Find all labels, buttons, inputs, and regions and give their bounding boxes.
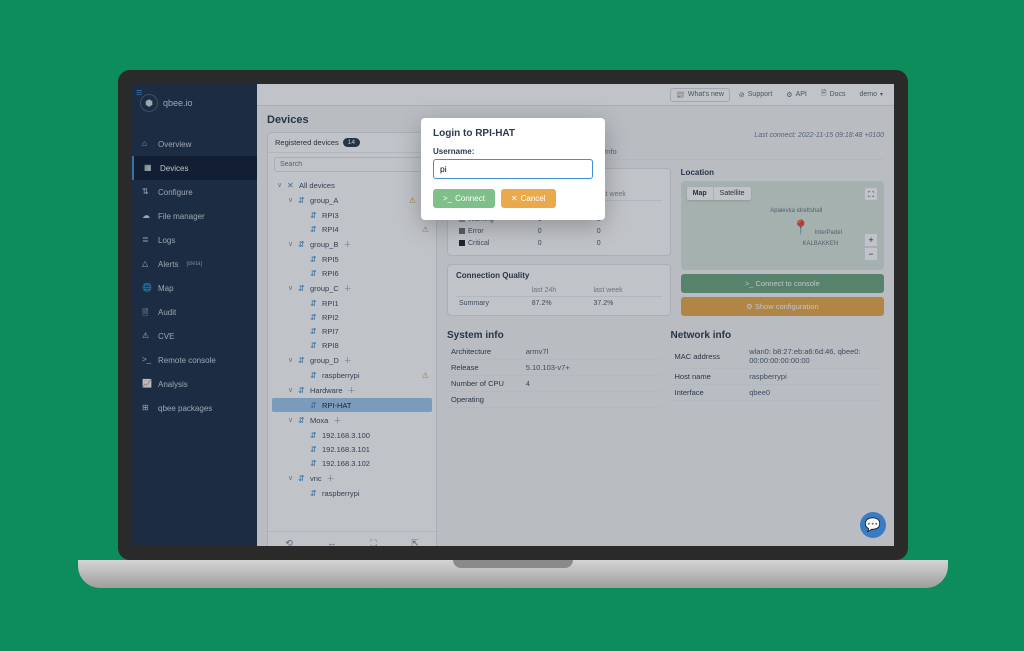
laptop-screen: ⬢ qbee.io ⌂Overview▦Devices⇅Configure☁Fi… <box>118 70 908 560</box>
laptop-base <box>78 560 948 588</box>
username-input[interactable] <box>433 159 593 179</box>
login-modal: Login to RPI-HAT Username: >_ Connect ✕ … <box>421 118 605 220</box>
chat-icon[interactable]: 💬 <box>860 512 886 538</box>
modal-connect-button[interactable]: >_ Connect <box>433 189 495 208</box>
modal-title: Login to RPI-HAT <box>433 128 593 139</box>
username-label: Username: <box>433 147 593 156</box>
modal-cancel-button[interactable]: ✕ Cancel <box>501 189 556 208</box>
